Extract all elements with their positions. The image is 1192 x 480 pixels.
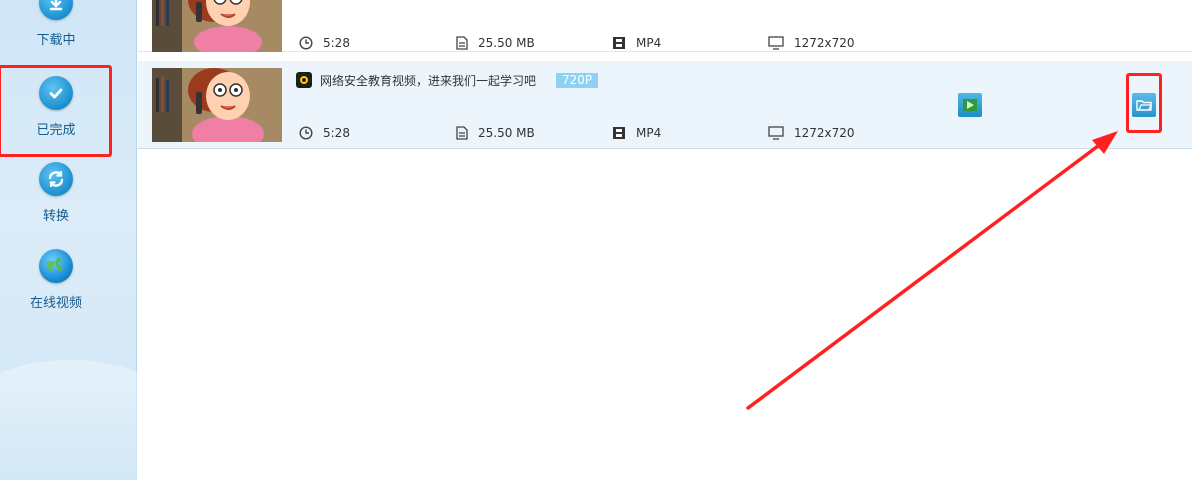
play-button[interactable] — [958, 93, 982, 117]
open-folder-button[interactable] — [1132, 93, 1156, 117]
sidebar-item-completed[interactable]: 已完成 — [0, 76, 112, 156]
sidebar-item-label: 转换 — [42, 209, 69, 224]
sidebar-item-label: 已完成 — [36, 123, 76, 138]
file-size-value: 25.50 MB — [478, 36, 535, 50]
video-thumbnail — [152, 0, 282, 52]
sidebar-item-convert[interactable]: 转换 — [0, 162, 112, 224]
video-title-line: 网络安全教育视频，进来我们一起学习吧 720P — [296, 71, 599, 89]
clock-icon — [299, 36, 313, 50]
globe-icon — [39, 249, 73, 283]
file-icon — [456, 126, 468, 140]
sidebar-item-label: 下载中 — [36, 33, 76, 48]
video-title: 网络安全教育视频，进来我们一起学习吧 — [320, 73, 537, 88]
quality-badge: 720P — [556, 72, 599, 88]
file-icon — [456, 36, 468, 50]
download-icon — [39, 0, 73, 20]
resolution: 1272x720 — [768, 35, 855, 51]
file-size: 25.50 MB — [456, 125, 535, 141]
duration: 5:28 — [299, 125, 350, 141]
list-item[interactable]: 5:28 25.50 MB MP4 1272x720 — [138, 0, 1192, 52]
file-size: 25.50 MB — [456, 35, 535, 51]
format: MP4 — [612, 125, 661, 141]
sidebar-item-downloading[interactable]: 下载中 — [0, 0, 112, 48]
video-thumbnail — [152, 68, 282, 142]
file-size-value: 25.50 MB — [478, 126, 535, 140]
sidebar-item-online-video[interactable]: 在线视频 — [0, 249, 112, 311]
check-icon — [39, 76, 73, 110]
sidebar-item-label: 在线视频 — [29, 296, 82, 311]
format-value: MP4 — [636, 36, 662, 50]
format-value: MP4 — [636, 126, 662, 140]
list-item[interactable]: 网络安全教育视频，进来我们一起学习吧 720P 5:28 25.50 MB MP… — [138, 61, 1192, 149]
monitor-icon — [768, 126, 784, 140]
resolution: 1272x720 — [768, 125, 855, 141]
open-folder-icon — [1136, 100, 1152, 111]
film-icon — [613, 37, 625, 49]
duration: 5:28 — [299, 35, 350, 51]
clock-icon — [299, 126, 313, 140]
format: MP4 — [612, 35, 661, 51]
sidebar: 下载中 已完成 转换 在线视频 — [0, 0, 200, 480]
duration-value: 5:28 — [323, 36, 350, 50]
duration-value: 5:28 — [323, 126, 350, 140]
monitor-icon — [768, 36, 784, 50]
resolution-value: 1272x720 — [794, 126, 855, 140]
film-icon — [613, 127, 625, 139]
video-type-icon — [296, 72, 312, 88]
play-icon — [963, 99, 977, 111]
convert-icon — [39, 162, 73, 196]
resolution-value: 1272x720 — [794, 36, 855, 50]
